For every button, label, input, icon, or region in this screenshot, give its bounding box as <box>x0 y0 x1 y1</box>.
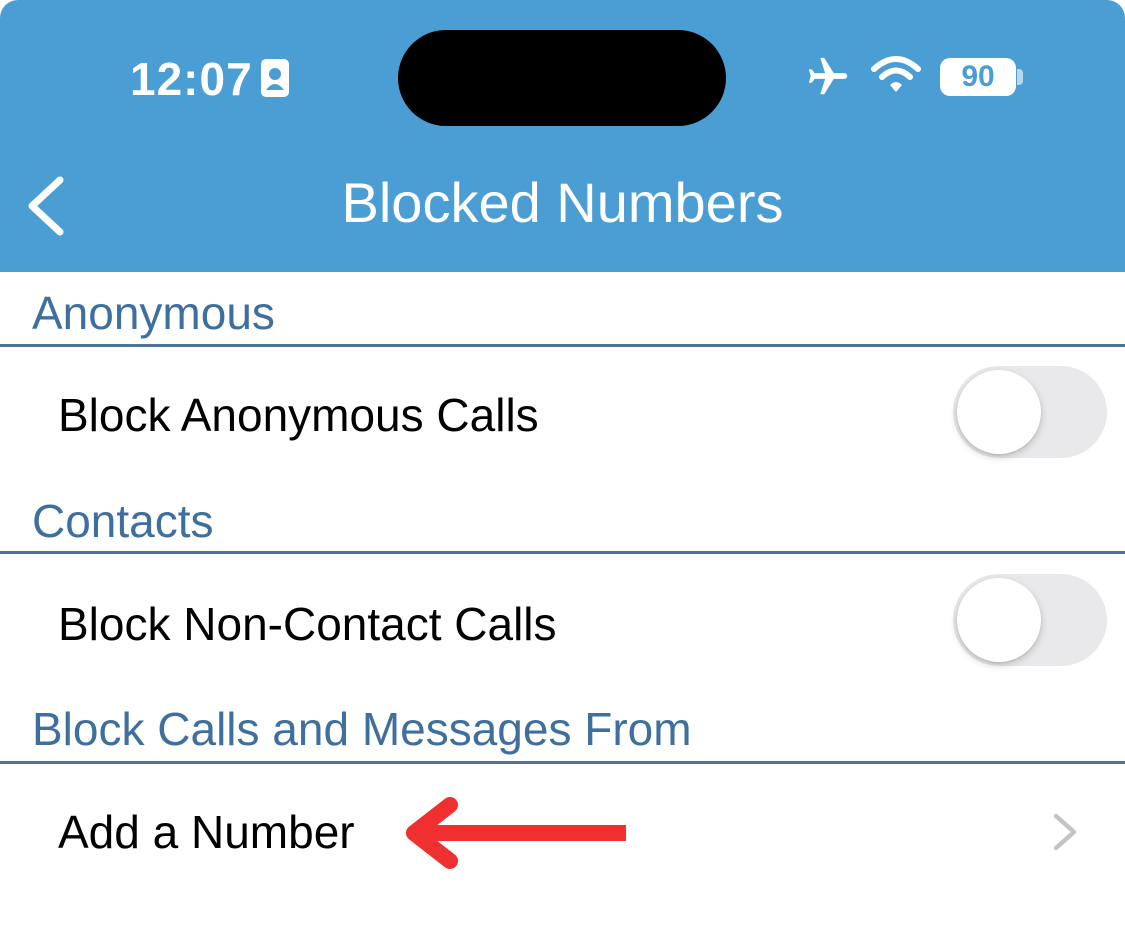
dynamic-island <box>398 30 726 126</box>
blocked-numbers-screen: 12:07 90 Blocked Numbers Anonymous Block… <box>0 0 1125 952</box>
divider <box>0 761 1125 764</box>
section-header-block-from: Block Calls and Messages From <box>32 703 692 755</box>
section-header-anonymous: Anonymous <box>32 287 275 339</box>
nav-header: 12:07 90 Blocked Numbers <box>0 0 1125 272</box>
id-card-icon <box>261 59 289 97</box>
divider <box>0 344 1125 347</box>
battery-icon: 90 <box>940 58 1016 96</box>
chevron-right-icon <box>1053 813 1077 851</box>
block-anonymous-calls-toggle[interactable] <box>953 366 1107 458</box>
block-anonymous-calls-label: Block Anonymous Calls <box>58 389 539 441</box>
add-a-number-label[interactable]: Add a Number <box>58 805 355 859</box>
status-time: 12:07 <box>130 53 253 105</box>
block-non-contact-calls-toggle[interactable] <box>953 574 1107 666</box>
section-header-contacts: Contacts <box>32 495 214 547</box>
airplane-mode-icon <box>808 57 848 95</box>
toggle-knob <box>957 578 1041 662</box>
page-title: Blocked Numbers <box>341 171 784 234</box>
wifi-icon <box>871 56 921 92</box>
battery-tip <box>1017 69 1023 85</box>
block-non-contact-calls-label: Block Non-Contact Calls <box>58 598 557 650</box>
divider <box>0 551 1125 554</box>
toggle-knob <box>957 370 1041 454</box>
annotation-arrow-icon <box>406 797 626 869</box>
